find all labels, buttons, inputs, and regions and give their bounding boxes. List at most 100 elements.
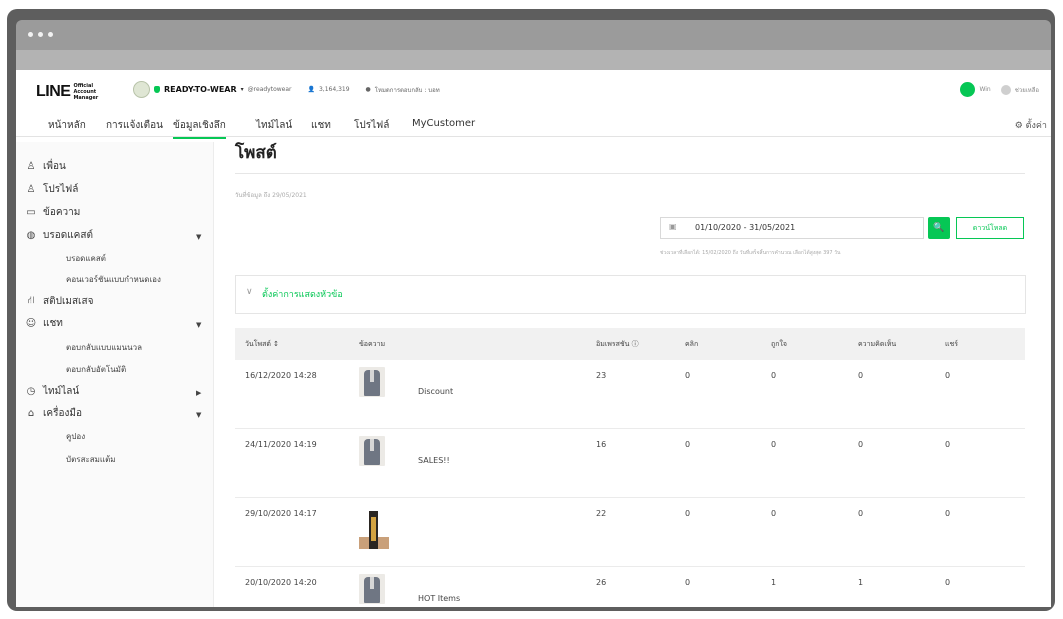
- gear-icon: ⚙: [1014, 121, 1026, 131]
- logo-subtext: Official Account Manager: [73, 83, 99, 101]
- user-name[interactable]: Win: [979, 86, 990, 93]
- user-menu[interactable]: Win ช่วยเหลือ: [960, 82, 1039, 97]
- table-row[interactable]: 20/10/2020 14:20 HOT Items 26 0 1 1 0: [235, 567, 1025, 607]
- sidebar-subitem-reward-card[interactable]: บัตรสะสมแต้ม: [66, 453, 116, 466]
- tab-timeline[interactable]: ไทม์ไลน์: [256, 118, 292, 133]
- post-thumbnail[interactable]: [359, 574, 385, 604]
- calendar-icon: ▣: [669, 222, 677, 231]
- main-content: โพสต์ วันที่ข้อมูล ถึง 29/05/2021 ▣ 01/1…: [235, 142, 1026, 607]
- tab-profile[interactable]: โปรไฟล์: [354, 118, 389, 133]
- friends-icon: ♙: [26, 161, 36, 172]
- sidebar-item-label: สติปเมสเสจ: [43, 296, 94, 307]
- display-settings-panel[interactable]: ∨ ตั้งค่าการแสดงหัวข้อ: [235, 275, 1026, 314]
- sidebar-item-label: ข้อความ: [43, 207, 81, 218]
- post-date: 16/12/2020 14:28: [245, 371, 317, 380]
- message-icon: ▭: [26, 207, 36, 218]
- page-title: โพสต์: [235, 143, 277, 163]
- sidebar-item-broadcast[interactable]: ◍ บรอดแคสต์: [25, 228, 93, 243]
- chevron-down-icon[interactable]: ▼: [196, 321, 201, 329]
- sidebar-item-timeline[interactable]: ◷ ไทม์ไลน์: [25, 384, 80, 399]
- column-header-shares: แชร์: [945, 340, 959, 348]
- sidebar-subitem-coupon[interactable]: คูปอง: [66, 430, 85, 443]
- tab-notifications[interactable]: การแจ้งเตือน: [106, 118, 163, 133]
- chevron-down-icon[interactable]: ▼: [196, 411, 201, 419]
- sidebar-item-profile[interactable]: ♙ โปรไฟล์: [25, 182, 79, 197]
- settings-label: ตั้งค่า: [1025, 121, 1047, 131]
- account-avatar: [133, 81, 150, 98]
- posts-table: วันโพสต์ ↕ ข้อความ อิมเพรสชัน ⓘ คลิก ถูก…: [235, 328, 1025, 607]
- help-link[interactable]: ช่วยเหลือ: [1015, 85, 1039, 95]
- maximize-dot-icon[interactable]: [48, 32, 53, 37]
- impressions-value: 22: [596, 509, 607, 518]
- sidebar-item-friends[interactable]: ♙ เพื่อน: [25, 159, 66, 174]
- comments-value: 0: [858, 440, 864, 449]
- response-mode[interactable]: โหมดการตอบกลับ : บอท: [375, 85, 440, 95]
- table-row[interactable]: 24/11/2020 14:19 SALES!! 16 0 0 0 0: [235, 429, 1025, 498]
- column-header-impressions[interactable]: อิมเพรสชัน ⓘ: [596, 339, 639, 350]
- top-bar: LINE Official Account Manager READY-TO-W…: [16, 70, 1051, 110]
- account-id: @readytowear: [247, 86, 292, 93]
- post-thumbnail[interactable]: [359, 511, 389, 549]
- browser-viewport: LINE Official Account Manager READY-TO-W…: [16, 70, 1051, 607]
- comments-value: 0: [858, 371, 864, 380]
- data-updated-text: วันที่ข้อมูล ถึง 29/05/2021: [235, 192, 307, 199]
- sidebar-subitem-manual-reply[interactable]: ตอบกลับแบบแมนนวล: [66, 341, 142, 354]
- post-date: 29/10/2020 14:17: [245, 509, 317, 518]
- help-icon[interactable]: [1000, 84, 1011, 95]
- sidebar-subitem-broadcast[interactable]: บรอดแคสต์: [66, 252, 106, 265]
- tools-icon: ⌂: [27, 408, 35, 419]
- post-date: 24/11/2020 14:19: [245, 440, 317, 449]
- tab-chat[interactable]: แชท: [311, 118, 331, 133]
- address-bar-area: [16, 50, 1051, 70]
- window-titlebar: [16, 20, 1051, 70]
- table-row[interactable]: 16/12/2020 14:28 Discount 23 0 0 0 0: [235, 360, 1025, 429]
- main-nav: หน้าหลัก การแจ้งเตือน ข้อมูลเชิงลึก ไทม์…: [16, 114, 1051, 139]
- verified-shield-icon: [154, 86, 160, 93]
- likes-value: 1: [771, 578, 777, 587]
- sidebar-item-label: โปรไฟล์: [43, 184, 79, 195]
- impressions-value: 26: [596, 578, 607, 587]
- sidebar-item-label: บรอดแคสต์: [43, 230, 93, 241]
- line-logo[interactable]: LINE Official Account Manager: [36, 83, 107, 101]
- chevron-right-icon[interactable]: ▶: [196, 389, 201, 397]
- post-thumbnail[interactable]: [359, 367, 385, 397]
- sidebar-item-tools[interactable]: ⌂ เครื่องมือ: [25, 406, 82, 421]
- likes-value: 0: [771, 509, 777, 518]
- sidebar-subitem-auto-reply[interactable]: ตอบกลับอัตโนมัติ: [66, 363, 126, 376]
- tab-insights[interactable]: ข้อมูลเชิงลึก: [173, 118, 226, 139]
- sidebar-item-step-message[interactable]: ⛙ สติปเมสเสจ: [25, 294, 93, 309]
- sidebar-item-messages[interactable]: ▭ ข้อความ: [25, 205, 80, 220]
- download-button[interactable]: ดาวน์โหลด: [956, 217, 1024, 239]
- window-controls[interactable]: [28, 32, 53, 37]
- search-button[interactable]: 🔍: [928, 217, 950, 239]
- shares-value: 0: [945, 371, 951, 380]
- column-header-clicks: คลิก: [685, 340, 699, 348]
- post-thumbnail[interactable]: [359, 436, 385, 466]
- column-header-comments: ความคิดเห็น: [858, 340, 897, 348]
- tab-mycustomer[interactable]: MyCustomer: [412, 118, 475, 129]
- likes-value: 0: [771, 440, 777, 449]
- table-row[interactable]: 29/10/2020 14:17 22 0 0 0 0: [235, 498, 1025, 567]
- tab-home[interactable]: หน้าหลัก: [48, 118, 86, 133]
- date-range-value: 01/10/2020 - 31/05/2021: [695, 223, 796, 232]
- chevron-down-icon[interactable]: ▼: [196, 233, 201, 241]
- comments-value: 0: [858, 509, 864, 518]
- account-switcher[interactable]: READY-TO-WEAR ▾ @readytowear 👤 3,164,319…: [133, 81, 440, 98]
- column-header-date[interactable]: วันโพสต์ ↕: [245, 339, 279, 350]
- search-icon: 🔍: [933, 223, 945, 233]
- clicks-value: 0: [685, 578, 691, 587]
- post-message: SALES!!: [418, 456, 450, 465]
- clicks-value: 0: [685, 509, 691, 518]
- status-dot-icon: ●: [365, 86, 371, 93]
- date-range-input[interactable]: ▣ 01/10/2020 - 31/05/2021: [660, 217, 924, 239]
- likes-value: 0: [771, 371, 777, 380]
- impressions-value: 16: [596, 440, 607, 449]
- minimize-dot-icon[interactable]: [38, 32, 43, 37]
- column-header-message: ข้อความ: [359, 340, 386, 348]
- sidebar-subitem-custom-conversion[interactable]: คอนเวอร์ชันแบบกำหนดเอง: [66, 273, 161, 286]
- settings-link[interactable]: ⚙ ตั้งค่า: [1015, 118, 1047, 132]
- user-avatar[interactable]: [960, 82, 976, 97]
- display-settings-label: ตั้งค่าการแสดงหัวข้อ: [262, 290, 343, 300]
- close-dot-icon[interactable]: [28, 32, 33, 37]
- sidebar-item-chat[interactable]: ☺ แชท: [25, 316, 63, 331]
